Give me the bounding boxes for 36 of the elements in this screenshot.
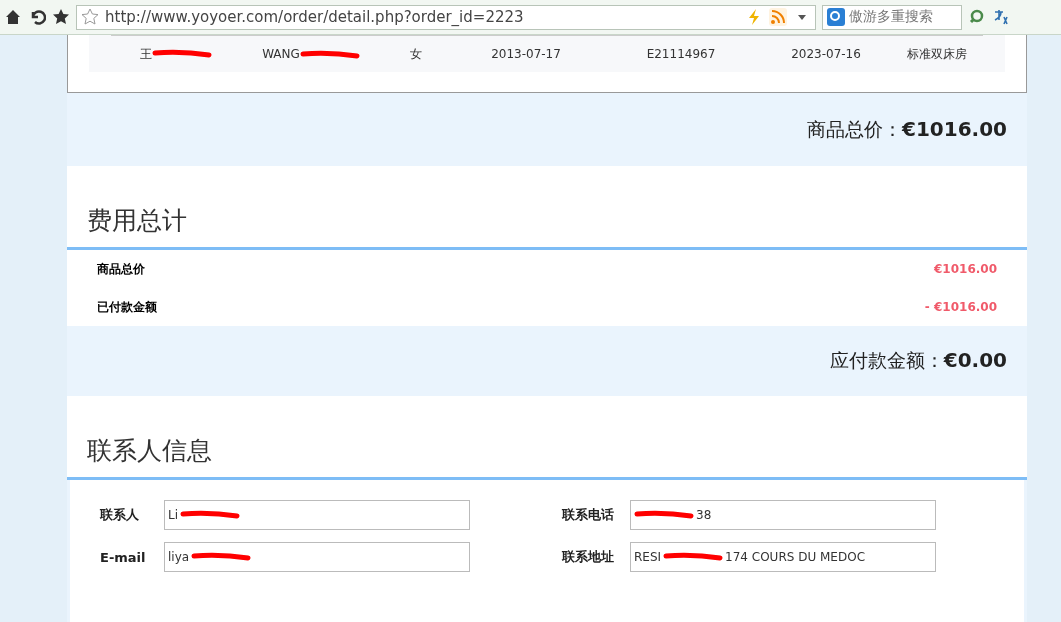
table-cell: WANG: [241, 47, 381, 61]
star-icon[interactable]: [52, 8, 70, 26]
goods-total: 商品总价：€1016.00: [807, 116, 1007, 143]
fee-amount: €1016.00: [934, 262, 997, 276]
search-engine-icon: [827, 8, 845, 26]
rss-icon[interactable]: [769, 8, 787, 26]
field-label: 联系地址: [562, 548, 615, 566]
table-cell-text: E21114967: [645, 47, 717, 61]
input-field[interactable]: 38: [630, 500, 936, 530]
fee-amount: - €1016.00: [924, 300, 997, 314]
search-field[interactable]: 傲游多重搜索: [822, 4, 962, 30]
input-field[interactable]: RESI 174 COURS DU MEDOC: [630, 542, 936, 572]
redaction-mark: [180, 510, 241, 520]
redaction-mark: [191, 552, 252, 562]
input-field[interactable]: liya: [164, 542, 470, 572]
amount-due: 应付款金额：€0.00: [829, 348, 1007, 374]
section-title: 联系人信息: [67, 396, 1027, 480]
redaction-mark: [634, 510, 694, 520]
input-field[interactable]: Li: [164, 500, 470, 530]
field-label: 联系电话: [562, 506, 615, 524]
table-cell-text: 标准双床房: [906, 45, 968, 63]
refresh-icon[interactable]: [968, 8, 986, 26]
table-cell-text: 女: [409, 45, 423, 63]
address-bar[interactable]: http://www.yoyoer.com/order/detail.php?order_id=2223: [76, 4, 816, 30]
field-label: E-mail: [100, 549, 147, 565]
home-icon[interactable]: [4, 8, 22, 26]
translate-icon[interactable]: [992, 8, 1010, 26]
redaction-mark: [663, 552, 724, 562]
field-label: 联系人: [100, 506, 140, 524]
fee-label: 已付款金额: [97, 298, 157, 316]
table-cell-text: 2013-07-17: [490, 47, 562, 61]
table-cell: 王: [111, 45, 241, 63]
section-title: 费用总计: [67, 166, 1027, 250]
fee-label: 商品总价: [97, 260, 145, 278]
table-cell-text: 2023-07-16: [790, 47, 862, 61]
star-icon[interactable]: [81, 8, 99, 26]
